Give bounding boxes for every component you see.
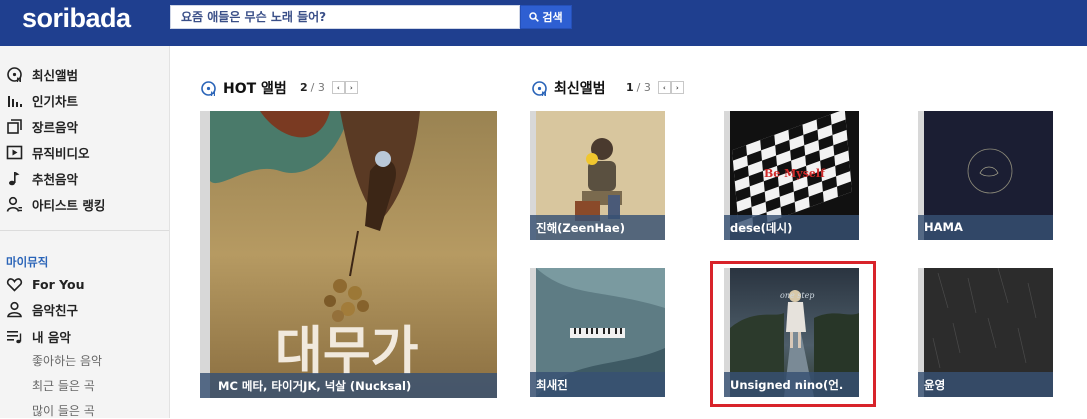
sidebar-item-genre[interactable]: 장르음악 — [6, 115, 78, 137]
sidebar-item-artist-ranking[interactable]: 아티스트 랭킹 — [6, 193, 105, 215]
search-button-label: 검색 — [542, 11, 563, 24]
video-icon — [6, 144, 23, 161]
sidebar-subitem-most-played[interactable]: 많이 들은 곡 — [32, 402, 95, 419]
latest-album-pager: 1 / 3 ‹ › — [626, 81, 684, 94]
music-note-icon — [6, 170, 23, 187]
prev-page-button[interactable]: ‹ — [331, 81, 345, 94]
genre-icon — [6, 118, 23, 135]
sidebar-item-label: 최신앨범 — [32, 67, 79, 83]
svg-text:N: N — [542, 91, 547, 97]
total-pages: / 3 — [636, 81, 651, 94]
sidebar-item-for-you[interactable]: For You — [6, 273, 85, 295]
current-page: 1 — [626, 81, 634, 94]
sidebar: N 최신앨범 인기차트 장르음악 뮤직비디오 추천음악 아티스트 랭킹 마이뮤직 — [0, 46, 170, 418]
sidebar-subitem-liked-music[interactable]: 좋아하는 음악 — [32, 352, 102, 369]
album-caption: dese(데시) — [724, 215, 859, 240]
search-icon — [529, 12, 540, 22]
album-caption: HAMA — [918, 215, 1053, 240]
search-input[interactable] — [171, 6, 519, 28]
sidebar-item-label: 추천음악 — [32, 171, 79, 187]
sidebar-subitem-recently-played[interactable]: 최근 들은 곡 — [32, 377, 95, 394]
prev-page-button[interactable]: ‹ — [657, 81, 671, 94]
sidebar-item-label: For You — [32, 276, 85, 292]
hot-album-card[interactable]: 대무가 MC 메타, 타이거JK, 넉살 (Nucksal) — [200, 111, 497, 398]
album-caption: 윤영 — [918, 372, 1053, 397]
mymusic-title: 마이뮤직 — [6, 255, 49, 269]
sidebar-divider — [0, 230, 169, 231]
total-pages: / 3 — [310, 81, 325, 94]
search-box[interactable] — [170, 5, 520, 29]
sidebar-item-label: 내 음악 — [32, 329, 71, 345]
hot-album-title: H HOT 앨범 — [200, 78, 287, 98]
new-album-icon: N — [6, 66, 23, 83]
search-button[interactable]: 검색 — [520, 5, 572, 29]
artist-icon — [6, 196, 23, 213]
selection-highlight-box — [710, 261, 876, 407]
album-card[interactable]: HAMA — [918, 111, 1053, 240]
sidebar-item-label: 뮤직비디오 — [32, 145, 90, 161]
next-page-button[interactable]: › — [344, 81, 358, 94]
hot-album-pager: 2 / 3 ‹ › — [300, 81, 358, 94]
sidebar-item-label: 아티스트 랭킹 — [32, 197, 106, 213]
sidebar-item-label: 장르음악 — [32, 119, 79, 135]
album-card[interactable]: Be Myself dese(데시) — [724, 111, 859, 240]
album-caption: MC 메타, 타이거JK, 넉살 (Nucksal) — [200, 373, 497, 398]
album-card[interactable]: 윤영 — [918, 268, 1053, 397]
album-card[interactable]: 진해(ZeenHae) — [530, 111, 665, 240]
playlist-icon — [6, 328, 23, 345]
current-page: 2 — [300, 81, 308, 94]
new-album-icon: H — [201, 80, 216, 97]
sidebar-item-latest-album[interactable]: N 최신앨범 — [6, 63, 78, 85]
sidebar-item-recommend[interactable]: 추천음악 — [6, 167, 78, 189]
friend-icon — [6, 301, 23, 318]
svg-text:H: H — [211, 91, 216, 97]
album-art-text: Be Myself — [764, 167, 826, 180]
section-title-text: HOT 앨범 — [223, 81, 287, 97]
svg-text:N: N — [17, 77, 22, 83]
sidebar-item-chart[interactable]: 인기차트 — [6, 89, 78, 111]
heart-icon — [6, 276, 23, 293]
soribada-logo[interactable]: soribada — [22, 3, 131, 34]
chart-icon — [6, 92, 23, 109]
section-title-text: 최신앨범 — [554, 81, 606, 97]
sidebar-item-music-friend[interactable]: 음악친구 — [6, 298, 78, 320]
sidebar-item-my-music[interactable]: 내 음악 — [6, 325, 71, 347]
sidebar-item-label: 인기차트 — [32, 93, 79, 109]
latest-album-title: N 최신앨범 — [531, 78, 606, 98]
album-caption: 최새진 — [530, 372, 665, 397]
album-card[interactable]: 최새진 — [530, 268, 665, 397]
sidebar-item-label: 음악친구 — [32, 302, 79, 318]
next-page-button[interactable]: › — [670, 81, 684, 94]
top-header: soribada 검색 — [0, 0, 1087, 46]
sidebar-item-music-video[interactable]: 뮤직비디오 — [6, 141, 90, 163]
album-caption: 진해(ZeenHae) — [530, 215, 665, 240]
album-cover-image: 대무가 — [200, 111, 497, 398]
new-album-icon: N — [532, 80, 547, 97]
